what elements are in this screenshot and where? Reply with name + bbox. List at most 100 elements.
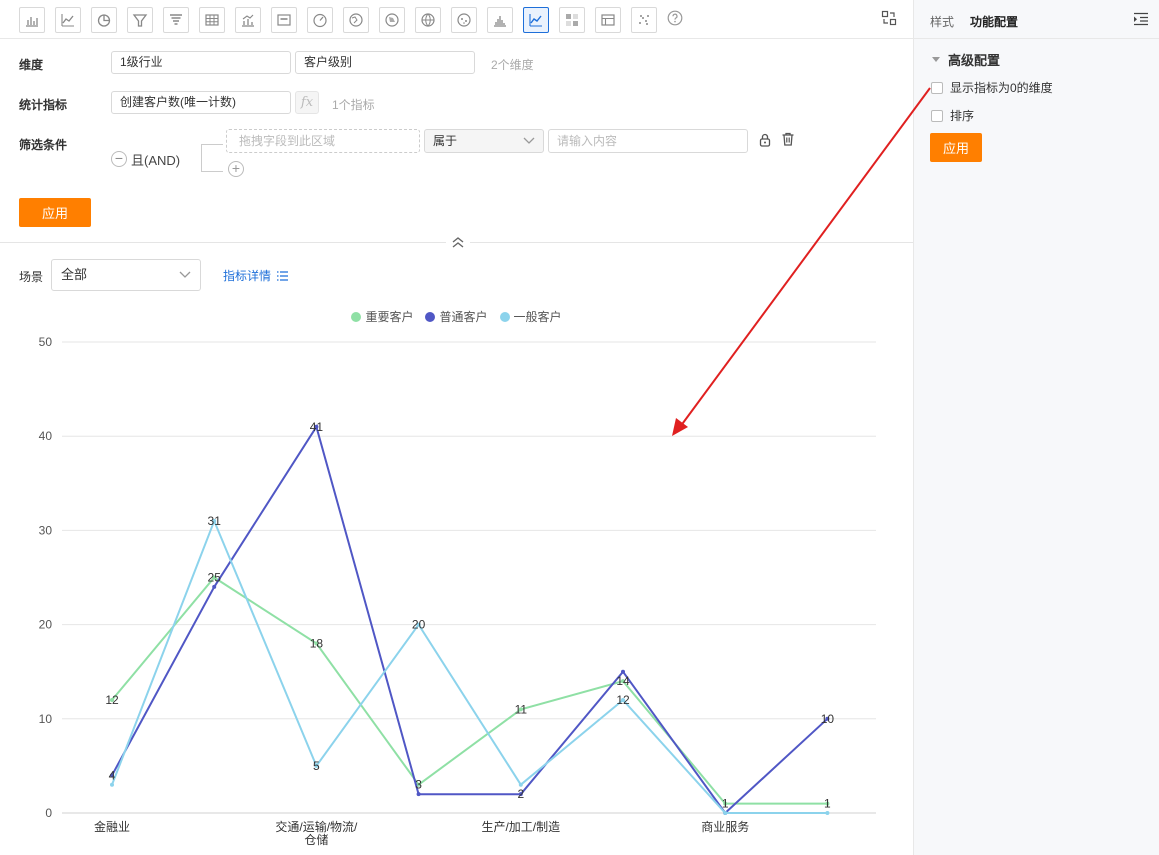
data-point[interactable] xyxy=(723,811,728,815)
settings-tabs: 样式 功能配置 xyxy=(914,0,1159,39)
x-tick-label: 商业服务 xyxy=(701,819,749,834)
combo-chart-icon xyxy=(242,14,254,27)
chart-type-button-heatmap[interactable] xyxy=(559,7,585,33)
scene-label: 场景 xyxy=(19,270,44,284)
chart-type-button-card[interactable] xyxy=(271,7,297,33)
indent-menu-icon[interactable] xyxy=(1134,12,1148,26)
data-label: 12 xyxy=(105,693,119,707)
collapse-icon[interactable] xyxy=(446,235,470,249)
filter-value-input[interactable] xyxy=(548,129,748,153)
option-show-zero[interactable]: 显示指标为0的维度 xyxy=(931,79,1053,96)
data-point[interactable] xyxy=(416,792,421,797)
chart-type-button-combo-chart[interactable] xyxy=(235,7,261,33)
panel-apply-button[interactable]: 应用 xyxy=(930,133,982,162)
remove-group-icon[interactable]: − xyxy=(111,151,127,167)
option-show-zero-label: 显示指标为0的维度 xyxy=(950,81,1053,95)
chart-type-button-line-chart[interactable] xyxy=(55,7,81,33)
data-label: 4 xyxy=(109,768,116,782)
filter-label: 筛选条件 xyxy=(19,138,68,152)
card-icon xyxy=(277,14,291,26)
y-tick-label: 0 xyxy=(45,806,52,820)
checkbox-sort[interactable] xyxy=(931,109,943,122)
filter-group-bracket xyxy=(201,144,223,172)
chart-type-button-pie-chart[interactable] xyxy=(91,7,117,33)
settings-panel: 样式 功能配置 高级配置 显示指标为0的维度 排序 应用 xyxy=(913,0,1159,855)
dimension-count: 2个维度 xyxy=(491,58,534,72)
data-label: 1 xyxy=(722,797,729,811)
chart-type-button-bar-chart[interactable] xyxy=(19,7,45,33)
data-point[interactable] xyxy=(518,782,523,787)
map-alt-icon xyxy=(385,13,399,27)
data-label: 31 xyxy=(208,514,222,528)
scene-select[interactable]: 全部 xyxy=(51,259,201,291)
chart-type-button-map-alt[interactable] xyxy=(379,7,405,33)
scatter-map-icon xyxy=(457,13,471,27)
data-label: 25 xyxy=(208,571,222,585)
formula-button[interactable]: fx xyxy=(295,91,319,114)
pie-chart-icon xyxy=(97,14,111,27)
caret-down-icon xyxy=(932,56,940,62)
chevron-down-icon xyxy=(179,271,191,278)
field-drop-zone[interactable]: 拖拽字段到此区域 xyxy=(226,129,420,153)
chart-type-button-map[interactable] xyxy=(343,7,369,33)
chart-type-button-funnel-alt[interactable] xyxy=(163,7,189,33)
tab-style[interactable]: 样式 xyxy=(930,13,954,30)
lock-icon[interactable] xyxy=(757,132,773,148)
metric-detail-link[interactable]: 指标详情 xyxy=(223,267,289,284)
option-sort-label: 排序 xyxy=(950,109,975,123)
histogram-icon xyxy=(494,16,506,27)
add-condition-icon[interactable]: + xyxy=(228,161,244,177)
chart-type-button-gauge[interactable] xyxy=(307,7,333,33)
chart-type-button-table[interactable] xyxy=(199,7,225,33)
data-label: 2 xyxy=(517,787,524,801)
chevron-down-icon xyxy=(523,137,535,144)
line-chart-icon xyxy=(61,14,74,27)
operator-select[interactable]: 属于 xyxy=(424,129,544,153)
y-tick-label: 10 xyxy=(39,712,53,726)
checkbox-show-zero[interactable] xyxy=(931,81,943,94)
chart-type-button-line-area[interactable] xyxy=(523,7,549,33)
chart-type-button-histogram[interactable] xyxy=(487,7,513,33)
data-point[interactable] xyxy=(212,584,217,589)
data-label: 11 xyxy=(515,702,528,716)
dimension-field-1[interactable]: 1级行业 xyxy=(111,51,291,74)
list-icon xyxy=(277,271,289,281)
data-point[interactable] xyxy=(825,811,830,815)
metric-count: 1个指标 xyxy=(332,98,375,112)
help-icon[interactable] xyxy=(667,10,683,26)
line-area-icon xyxy=(529,14,542,27)
x-tick-label: 金融业 xyxy=(94,819,130,834)
chart-type-button-globe[interactable] xyxy=(415,7,441,33)
data-point[interactable] xyxy=(110,782,114,787)
chart-type-button-funnel[interactable] xyxy=(127,7,153,33)
map-icon xyxy=(349,13,363,27)
chart-type-button-scatter-map[interactable] xyxy=(451,7,477,33)
chart-type-button-pivot[interactable] xyxy=(595,7,621,33)
apply-button[interactable]: 应用 xyxy=(19,198,91,227)
section-title: 高级配置 xyxy=(948,53,1001,68)
tab-function-config[interactable]: 功能配置 xyxy=(970,13,1018,30)
option-sort[interactable]: 排序 xyxy=(931,107,974,124)
globe-icon xyxy=(421,13,435,27)
trash-icon[interactable] xyxy=(780,131,796,147)
data-label: 12 xyxy=(616,693,630,707)
chart-type-button-scatter[interactable] xyxy=(631,7,657,33)
dimension-label: 维度 xyxy=(19,58,44,72)
x-tick-label: 生产/加工/制造 xyxy=(481,820,560,834)
line-chart: 01020304050金融业 交通/运输/物流/仓储生产/加工/制造 商业服务124… xyxy=(39,335,876,847)
y-tick-label: 30 xyxy=(39,523,53,537)
funnel-alt-icon xyxy=(170,14,182,25)
chart-type-toolbar xyxy=(0,0,913,39)
data-point[interactable] xyxy=(621,669,625,674)
dimension-field-2[interactable]: 客户级别 xyxy=(295,51,475,74)
data-label: 41 xyxy=(310,420,324,434)
data-label: 3 xyxy=(415,778,422,792)
scatter-icon xyxy=(639,15,649,25)
and-operator-label[interactable]: 且(AND) xyxy=(131,150,180,169)
data-label: 20 xyxy=(412,618,426,632)
y-tick-label: 20 xyxy=(39,618,53,632)
data-label: 18 xyxy=(310,636,324,650)
swap-axes-icon[interactable] xyxy=(881,10,897,26)
advanced-config-section[interactable]: 高级配置 xyxy=(932,50,1000,69)
metric-field-1[interactable]: 创建客户数(唯一计数) xyxy=(111,91,291,114)
